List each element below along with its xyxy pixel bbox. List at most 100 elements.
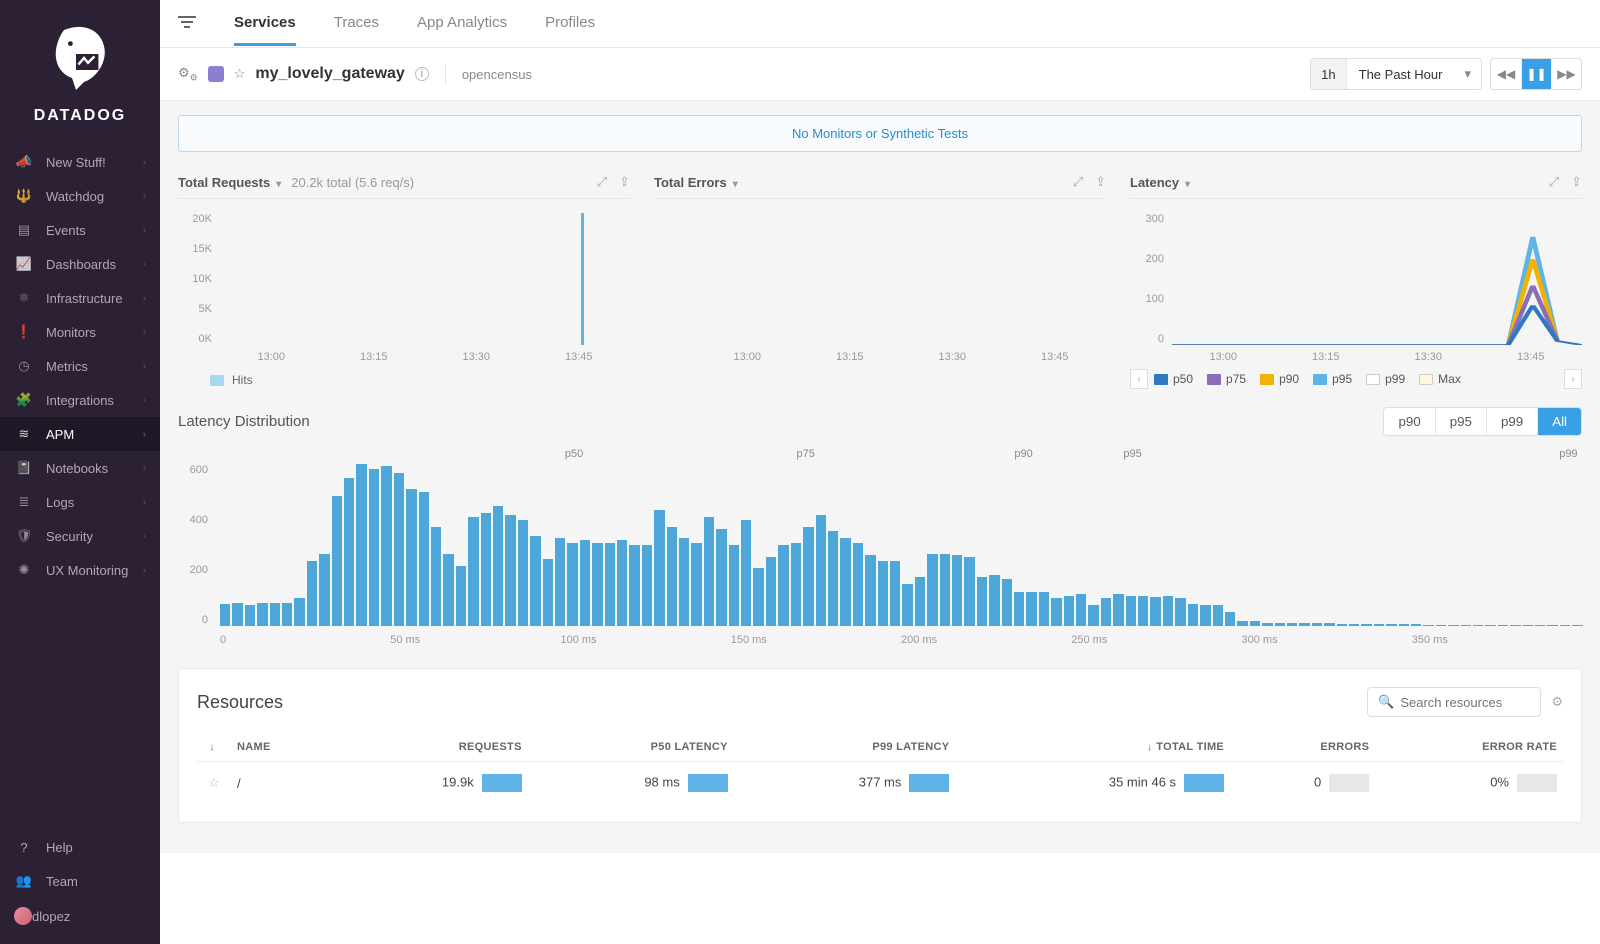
histogram-bar[interactable]	[642, 545, 652, 626]
pct-button-all[interactable]: All	[1537, 408, 1581, 435]
histogram-bar[interactable]	[865, 555, 875, 626]
histogram-bar[interactable]	[1547, 625, 1557, 626]
histogram-bar[interactable]	[567, 543, 577, 626]
histogram-bar[interactable]	[1299, 623, 1309, 626]
histogram-bar[interactable]	[716, 529, 726, 626]
histogram-bar[interactable]	[294, 598, 304, 626]
histogram-bar[interactable]	[1572, 625, 1582, 626]
histogram-bar[interactable]	[989, 575, 999, 626]
sidebar-item-events[interactable]: ▤Events›	[0, 213, 160, 247]
histogram-bar[interactable]	[940, 554, 950, 626]
histogram-bar[interactable]	[356, 464, 366, 626]
histogram-bar[interactable]	[220, 604, 230, 626]
time-range-select[interactable]: 1h The Past Hour ▾	[1310, 58, 1482, 90]
monitor-banner[interactable]: No Monitors or Synthetic Tests	[178, 115, 1582, 152]
histogram-bar[interactable]	[952, 555, 962, 626]
histogram-bar[interactable]	[1014, 592, 1024, 626]
tab-app-analytics[interactable]: App Analytics	[417, 2, 507, 46]
chart-title[interactable]: Latency▾	[1130, 175, 1190, 190]
histogram-bar[interactable]	[270, 603, 280, 626]
histogram-bar[interactable]	[1237, 621, 1247, 626]
histogram-bar[interactable]	[964, 557, 974, 626]
histogram-bar[interactable]	[878, 561, 888, 626]
table-settings-icon[interactable]: ⚙	[1551, 694, 1563, 710]
chart-title[interactable]: Total Errors▾	[654, 175, 738, 190]
star-icon[interactable]: ☆	[234, 66, 246, 82]
histogram-bar[interactable]	[629, 545, 639, 626]
histogram-bar[interactable]	[1188, 604, 1198, 626]
histogram-bar[interactable]	[1026, 592, 1036, 626]
histogram-bar[interactable]	[1473, 625, 1483, 626]
histogram-bar[interactable]	[915, 577, 925, 626]
histogram-bar[interactable]	[840, 538, 850, 626]
sidebar-item-new-stuff-[interactable]: 📣New Stuff!›	[0, 145, 160, 179]
rewind-button[interactable]: ◀◀	[1491, 59, 1521, 89]
tab-traces[interactable]: Traces	[334, 2, 379, 46]
legend-item-p99[interactable]: p99	[1366, 372, 1405, 386]
sidebar-item-logs[interactable]: ≣Logs›	[0, 485, 160, 519]
pct-button-p95[interactable]: p95	[1435, 408, 1486, 435]
expand-icon[interactable]: ⤢	[597, 174, 607, 190]
histogram-bar[interactable]	[1498, 625, 1508, 626]
histogram-bar[interactable]	[493, 506, 503, 626]
histogram-bar[interactable]	[1002, 579, 1012, 626]
histogram-bar[interactable]	[1163, 596, 1173, 626]
histogram-bar[interactable]	[257, 603, 267, 626]
search-input[interactable]	[1400, 695, 1530, 710]
histogram-bar[interactable]	[890, 561, 900, 626]
sidebar-item-dlopez[interactable]: dlopez	[0, 898, 160, 934]
histogram-bar[interactable]	[232, 603, 242, 626]
histogram-bar[interactable]	[741, 520, 751, 626]
histogram-bar[interactable]	[654, 510, 664, 626]
histogram-bar[interactable]	[468, 517, 478, 626]
histogram-bar[interactable]	[1051, 598, 1061, 626]
histogram-bar[interactable]	[1064, 596, 1074, 626]
chart-title[interactable]: Total Requests▾	[178, 175, 281, 190]
histogram-bar[interactable]	[1361, 624, 1371, 626]
histogram-bar[interactable]	[592, 543, 602, 626]
legend-next[interactable]: ›	[1564, 369, 1582, 389]
histogram-bar[interactable]	[1399, 624, 1409, 626]
histogram-bar[interactable]	[1312, 623, 1322, 626]
histogram-bar[interactable]	[555, 538, 565, 626]
sidebar-item-ux-monitoring[interactable]: ✺UX Monitoring›	[0, 553, 160, 587]
histogram-bar[interactable]	[1213, 605, 1223, 626]
histogram-bar[interactable]	[1225, 612, 1235, 626]
brand-logo[interactable]: DATADOG	[0, 8, 160, 145]
histogram-bar[interactable]	[369, 469, 379, 626]
sidebar-item-dashboards[interactable]: 📈Dashboards›	[0, 247, 160, 281]
pause-button[interactable]: ❚❚	[1521, 59, 1551, 89]
histogram-bar[interactable]	[245, 605, 255, 626]
histogram-bar[interactable]	[1150, 597, 1160, 626]
histogram-bar[interactable]	[753, 568, 763, 626]
histogram-bar[interactable]	[1349, 624, 1359, 626]
histogram-bar[interactable]	[605, 543, 615, 626]
histogram-bar[interactable]	[1287, 623, 1297, 626]
histogram-bar[interactable]	[828, 531, 838, 626]
histogram-bar[interactable]	[1436, 625, 1446, 626]
histogram-bar[interactable]	[1374, 624, 1384, 626]
histogram-bar[interactable]	[1039, 592, 1049, 626]
pct-button-p99[interactable]: p99	[1486, 408, 1537, 435]
histogram-bar[interactable]	[902, 584, 912, 626]
col-name[interactable]: NAME	[231, 733, 329, 762]
histogram-bar[interactable]	[1275, 623, 1285, 626]
histogram-bar[interactable]	[1523, 625, 1533, 626]
histogram-bar[interactable]	[1423, 625, 1433, 626]
forward-button[interactable]: ▶▶	[1551, 59, 1581, 89]
filter-icon[interactable]	[178, 15, 196, 32]
histogram-bar[interactable]	[927, 554, 937, 626]
histogram-bar[interactable]	[704, 517, 714, 626]
expand-icon[interactable]: ⤢	[1073, 174, 1083, 190]
col-error-rate[interactable]: ERROR RATE	[1375, 733, 1563, 762]
col-p99-latency[interactable]: P99 LATENCY	[734, 733, 956, 762]
settings-icon[interactable]: ⚙︎⚙︎	[178, 65, 198, 84]
histogram-bar[interactable]	[1076, 594, 1086, 626]
histogram-bar[interactable]	[456, 566, 466, 626]
histogram-bar[interactable]	[332, 496, 342, 626]
histogram-bar[interactable]	[778, 545, 788, 626]
histogram-bar[interactable]	[431, 527, 441, 627]
tab-profiles[interactable]: Profiles	[545, 2, 595, 46]
legend-item-Max[interactable]: Max	[1419, 372, 1461, 386]
sidebar-item-metrics[interactable]: ◷Metrics›	[0, 349, 160, 383]
